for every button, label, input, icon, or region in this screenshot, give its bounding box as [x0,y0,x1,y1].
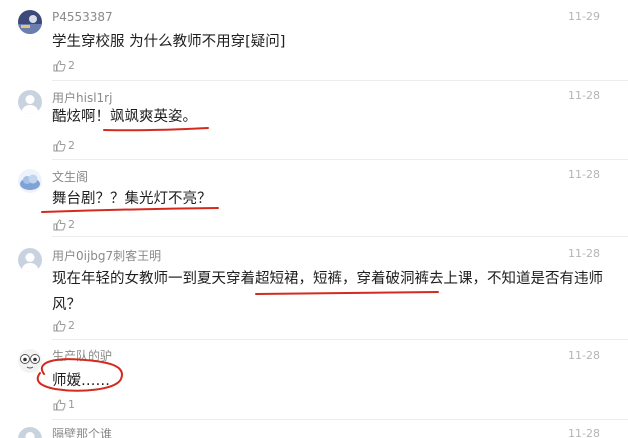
user-avatar[interactable] [18,349,42,373]
username[interactable]: 用户0ijbg7刺客王明 [52,247,161,264]
like-count: 2 [68,218,75,231]
username[interactable]: 生产队的驴 [52,347,112,364]
divider [52,339,628,340]
default-avatar-icon [18,427,42,438]
comment-text: 酷炫啊！飒飒爽英姿。 [52,109,197,125]
user-avatar[interactable] [18,10,42,34]
comment-date: 11-29 [568,10,600,23]
comment-item: 文生阁 11-28 舞台剧？？集光灯不亮？ 2 [0,161,628,237]
comment-date: 11-28 [568,89,600,102]
like-count: 1 [68,398,75,411]
comment-date: 11-28 [568,349,600,362]
username[interactable]: 隔壁那个谁 [52,425,112,438]
like-count: 2 [68,139,75,152]
thumbs-up-icon [53,139,66,151]
like-button[interactable]: 2 [53,59,75,72]
like-button[interactable]: 2 [53,319,75,332]
comment-text: 师嫒…… [52,373,110,389]
username[interactable]: P4553387 [52,10,113,24]
comment-date: 11-28 [568,168,600,181]
thumbs-up-icon [53,59,66,71]
comment-text: 学生穿校服 为什么教师不用穿[疑问] [52,34,286,50]
user-avatar[interactable] [18,427,42,438]
divider [52,419,628,420]
comment-date: 11-28 [568,247,600,260]
divider [52,236,628,237]
default-avatar-icon [18,90,42,114]
comment-date: 11-28 [568,427,600,438]
like-button[interactable]: 2 [53,218,75,231]
like-count: 2 [68,59,75,72]
photo-avatar-icon [18,10,42,34]
user-avatar[interactable] [18,248,42,272]
thumbs-up-icon [53,319,66,331]
like-button[interactable]: 2 [53,139,75,152]
comment-text: 舞台剧？？集光灯不亮？ [52,191,212,207]
comment-item: 隔壁那个谁 11-28 [0,421,628,438]
comment-item: 生产队的驴 11-28 师嫒…… 1 [0,341,628,419]
comment-item: 用户hisl1rj 11-28 酷炫啊！飒飒爽英姿。 2 [0,82,628,162]
username[interactable]: 文生阁 [52,168,88,185]
cloud-avatar-icon [18,169,42,193]
cartoon-avatar-icon [18,349,42,373]
divider [52,159,628,160]
thumbs-up-icon [53,218,66,230]
comment-text: 现在年轻的女教师一到夏天穿着超短裙，短裤，穿着破洞裤去上课，不知道是否有违师风？ [52,271,603,313]
like-button[interactable]: 1 [53,398,75,411]
user-avatar[interactable] [18,169,42,193]
thumbs-up-icon [53,398,66,410]
divider [52,80,628,81]
comment-item: 用户0ijbg7刺客王明 11-28 现在年轻的女教师一到夏天穿着超短裙，短裤，… [0,238,628,338]
comment-item: P4553387 11-29 学生穿校服 为什么教师不用穿[疑问] 2 [0,0,628,78]
user-avatar[interactable] [18,90,42,114]
default-avatar-icon [18,248,42,272]
like-count: 2 [68,319,75,332]
